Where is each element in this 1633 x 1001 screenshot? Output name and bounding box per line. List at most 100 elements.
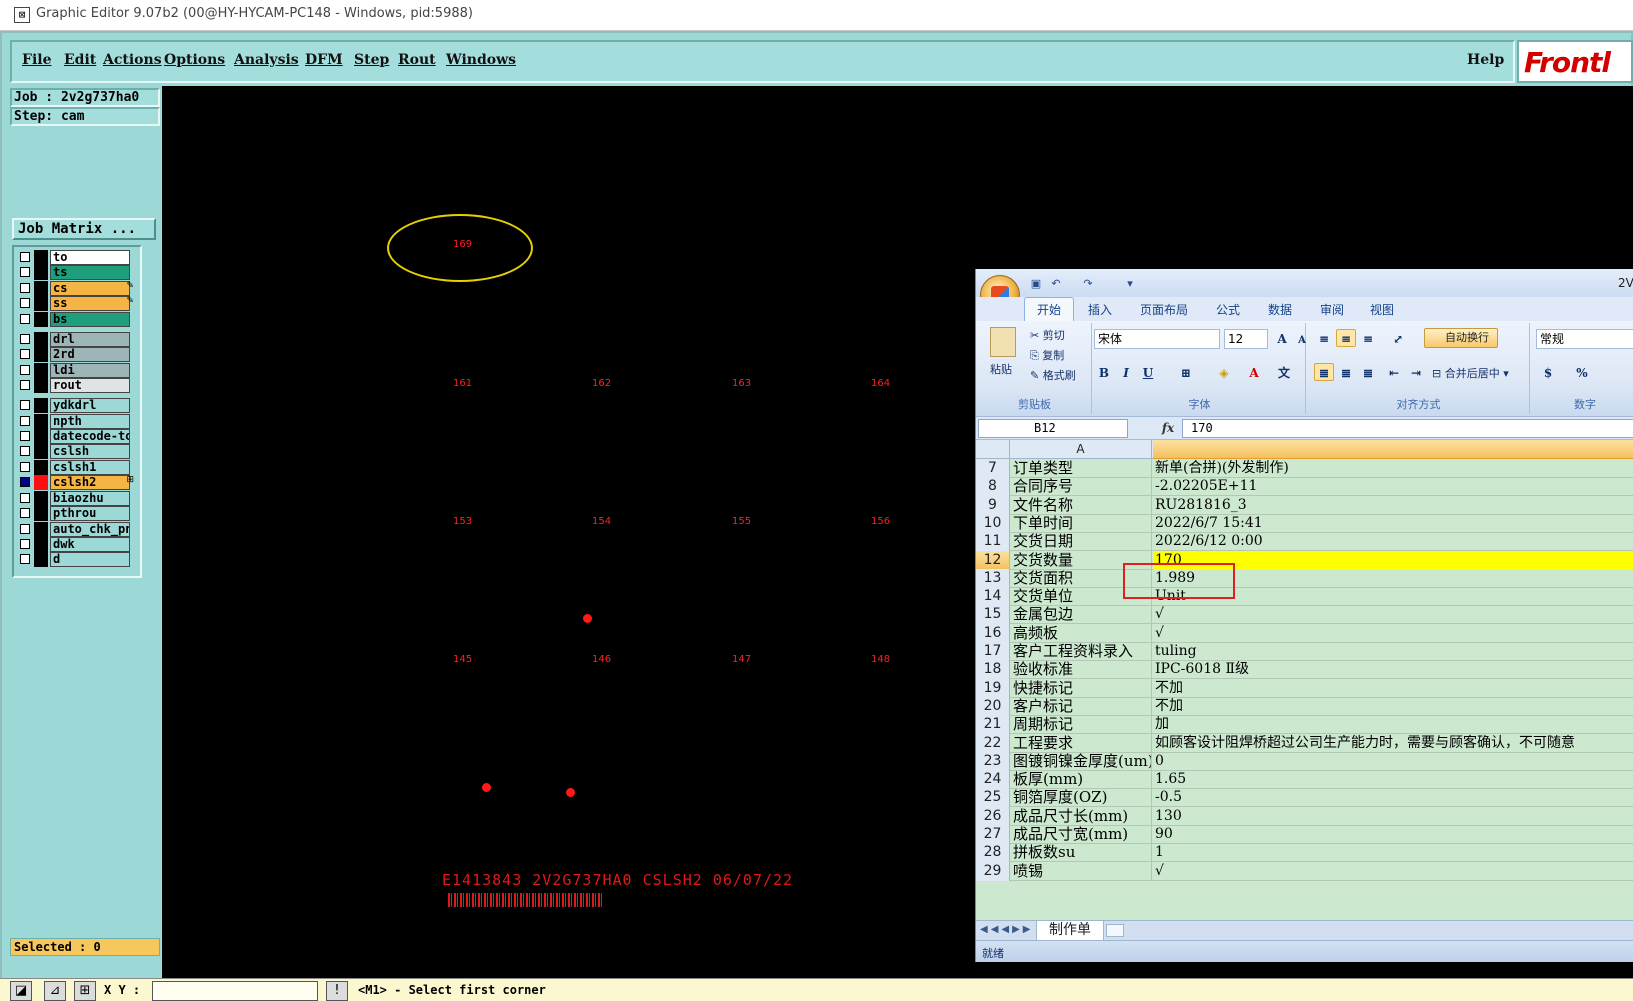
italic-button[interactable]: I <box>1116 363 1136 381</box>
row-header[interactable]: 12 <box>976 550 1010 570</box>
layer-display-swatch[interactable] <box>34 429 48 444</box>
alert-icon[interactable]: ! <box>326 981 348 1001</box>
layer-display-swatch[interactable] <box>34 537 48 552</box>
row-header[interactable]: 28 <box>976 843 1010 863</box>
layer-row-2rd[interactable]: 2rd <box>18 347 140 362</box>
paste-icon[interactable] <box>990 327 1016 357</box>
align-right-icon[interactable]: ≣ <box>1358 363 1378 381</box>
layer-display-swatch[interactable] <box>34 265 48 280</box>
align-middle-icon[interactable]: ≡ <box>1336 329 1356 347</box>
layer-row-ldi[interactable]: ldi <box>18 363 140 378</box>
worksheet-grid[interactable]: A 7 订单类型 新单(合拼)(外发制作) 8 合同序号 -2.02205E+11 9 文件名… <box>976 440 1633 920</box>
align-bottom-icon[interactable]: ≡ <box>1358 329 1378 347</box>
layer-display-swatch[interactable] <box>34 491 48 506</box>
cell-a[interactable]: 成品尺寸长(mm) <box>1011 806 1152 826</box>
layer-row-drl[interactable]: drl <box>18 332 140 347</box>
layer-checkbox[interactable] <box>20 252 30 262</box>
percent-format-icon[interactable]: % <box>1572 363 1592 381</box>
increase-indent-icon[interactable]: ⇥ <box>1406 363 1426 381</box>
layer-row-cslsh1[interactable]: cslsh1 <box>18 460 140 475</box>
layer-display-swatch[interactable] <box>34 522 48 537</box>
layer-row-cslsh[interactable]: cslsh <box>18 444 140 459</box>
layer-checkbox[interactable] <box>20 349 30 359</box>
row-header[interactable]: 24 <box>976 770 1010 790</box>
layer-display-swatch[interactable] <box>34 475 48 490</box>
layer-display-swatch[interactable] <box>34 296 48 311</box>
font-color-icon[interactable]: A <box>1244 363 1264 381</box>
cell-b[interactable]: 如顾客设计阻焊桥超过公司生产能力时，需要与顾客确认，不可随意 <box>1153 734 1633 753</box>
row-header[interactable]: 22 <box>976 733 1010 753</box>
tab-page-layout[interactable]: 页面布局 <box>1140 301 1188 318</box>
layer-row-npth[interactable]: npth <box>18 414 140 429</box>
cell-b[interactable]: 2022/6/12 0:00 <box>1153 532 1633 551</box>
font-name-select[interactable]: 宋体 <box>1094 329 1220 349</box>
row-header[interactable]: 17 <box>976 642 1010 661</box>
row-header[interactable]: 8 <box>976 477 1010 497</box>
underline-button[interactable]: U <box>1138 363 1158 381</box>
measure-tool-icon[interactable]: ⊿ <box>44 981 66 1001</box>
row-header[interactable]: 7 <box>976 459 1010 478</box>
orientation-icon[interactable]: ⤢ <box>1388 329 1408 347</box>
layer-checkbox[interactable] <box>20 446 30 456</box>
row-header[interactable]: 21 <box>976 715 1010 735</box>
row-header[interactable]: 25 <box>976 788 1010 808</box>
accounting-format-icon[interactable]: $ <box>1538 363 1558 381</box>
menu-dfm[interactable]: DFM <box>305 52 343 68</box>
insert-sheet-icon[interactable] <box>1106 924 1124 937</box>
menu-edit[interactable]: Edit <box>64 52 96 68</box>
layer-row-biaozhu[interactable]: biaozhu <box>18 491 140 506</box>
layer-checkbox[interactable] <box>20 380 30 390</box>
layer-name[interactable]: 2rd <box>50 347 130 362</box>
cell-a[interactable]: 客户工程资料录入 <box>1011 642 1152 661</box>
cell-b[interactable]: 新单(合拼)(外发制作) <box>1153 459 1633 478</box>
layer-row-datecode-to[interactable]: datecode-to <box>18 429 140 444</box>
menu-help[interactable]: Help <box>1467 52 1504 68</box>
font-size-select[interactable]: 12 <box>1224 329 1268 349</box>
row-header[interactable]: 27 <box>976 825 1010 844</box>
layer-name[interactable]: drl <box>50 332 130 347</box>
cell-b[interactable]: √ <box>1153 624 1633 643</box>
layer-name[interactable]: npth <box>50 414 130 429</box>
phonetic-icon[interactable]: 文 <box>1274 363 1294 381</box>
layer-display-swatch[interactable] <box>34 506 48 521</box>
menu-windows[interactable]: Windows <box>446 52 516 68</box>
bold-button[interactable]: B <box>1094 363 1114 381</box>
borders-icon[interactable]: ⊞ <box>1176 363 1196 381</box>
sheet-tab[interactable]: 制作单 <box>1036 921 1104 941</box>
cell-b[interactable]: 130 <box>1153 807 1633 826</box>
cell-b[interactable]: IPC-6018 Ⅱ级 <box>1153 660 1633 679</box>
layer-checkbox[interactable] <box>20 524 30 534</box>
decrease-indent-icon[interactable]: ⇤ <box>1384 363 1404 381</box>
layer-name[interactable]: dwk <box>50 537 130 552</box>
layer-row-auto-chk-pn[interactable]: auto_chk_pn <box>18 522 140 537</box>
menu-step[interactable]: Step <box>354 52 389 68</box>
row-header[interactable]: 16 <box>976 623 1010 643</box>
fx-icon[interactable]: fx <box>1156 419 1180 438</box>
layer-display-swatch[interactable] <box>34 250 48 265</box>
layer-row-dwk[interactable]: dwk <box>18 537 140 552</box>
align-top-icon[interactable]: ≡ <box>1314 329 1334 347</box>
layer-name[interactable]: ts <box>50 265 130 280</box>
job-matrix-button[interactable]: Job Matrix ... <box>12 218 156 240</box>
layer-checkbox[interactable] <box>20 554 30 564</box>
layer-row-ydkdrl[interactable]: ydkdrl <box>18 398 140 413</box>
cell-a[interactable]: 拼板数su <box>1011 843 1152 863</box>
layer-row-ts[interactable]: ts <box>18 265 140 280</box>
cell-a[interactable]: 周期标记 <box>1011 715 1152 735</box>
align-center-icon[interactable]: ≣ <box>1336 363 1356 381</box>
tab-formulas[interactable]: 公式 <box>1216 301 1240 318</box>
layer-name[interactable]: auto_chk_pn <box>50 522 130 537</box>
layer-name[interactable]: rout <box>50 378 130 393</box>
cell-b[interactable]: -2.02205E+11 <box>1153 477 1633 496</box>
layer-row-d[interactable]: d <box>18 552 140 567</box>
layer-name[interactable]: cslsh <box>50 444 130 459</box>
layer-name[interactable]: ldi <box>50 363 130 378</box>
row-header[interactable]: 13 <box>976 568 1010 588</box>
row-header[interactable]: 29 <box>976 861 1010 881</box>
tab-view[interactable]: 视图 <box>1370 301 1394 318</box>
tab-insert[interactable]: 插入 <box>1088 301 1112 318</box>
layer-checkbox[interactable] <box>20 334 30 344</box>
cell-a[interactable]: 快捷标记 <box>1011 678 1152 698</box>
format-painter-button[interactable]: ✎ 格式刷 <box>1030 367 1076 383</box>
customize-qat-icon[interactable]: ▾ <box>1122 277 1138 291</box>
